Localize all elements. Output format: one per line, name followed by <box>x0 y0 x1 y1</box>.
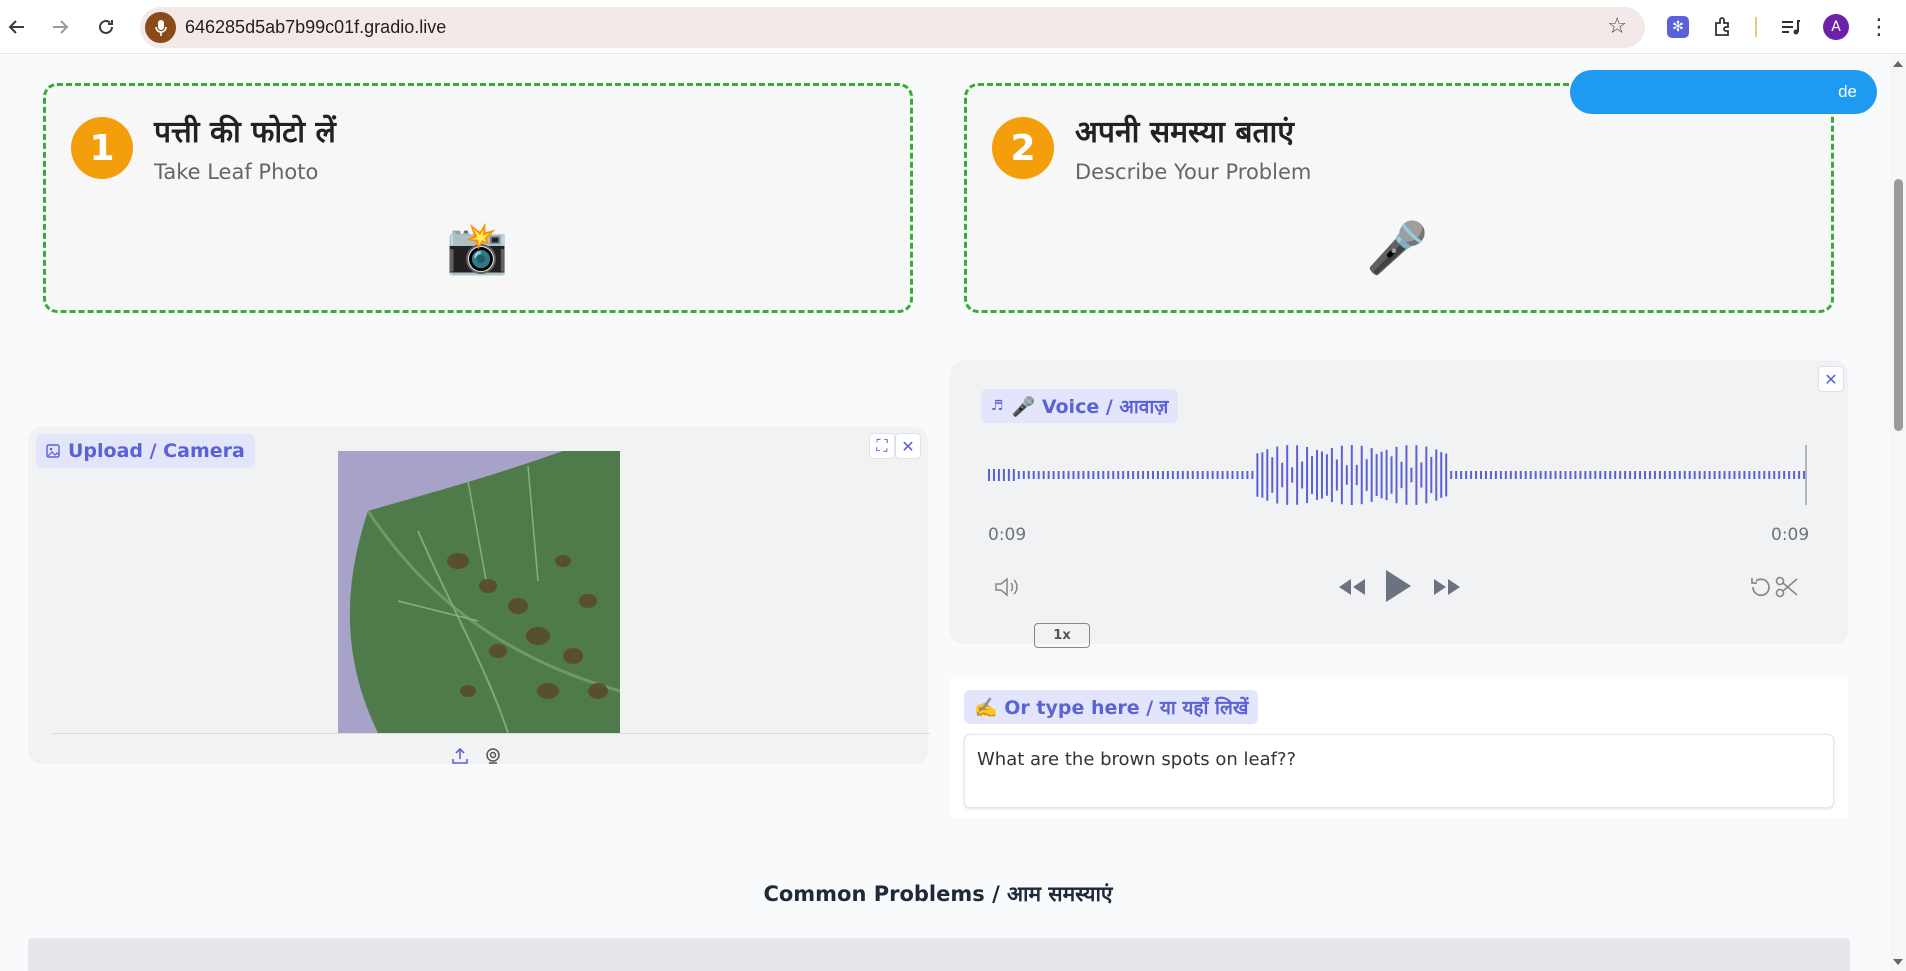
voice-label: ♬ 🎤 Voice / आवाज़ <box>981 389 1179 423</box>
scroll-up-arrow-icon[interactable] <box>1893 61 1903 67</box>
step-title-hindi: पत्ती की फोटो लें <box>154 115 336 150</box>
image-upload-label-text: Upload / Camera <box>68 440 245 462</box>
step-subtitle: Take Leaf Photo <box>154 160 319 184</box>
webcam-icon[interactable] <box>484 747 502 769</box>
puzzle-extensions-icon[interactable] <box>1710 14 1736 40</box>
voice-label-text: 🎤 Voice / आवाज़ <box>1011 396 1169 418</box>
url-text[interactable]: 646285d5ab7b99c01f.gradio.live <box>185 17 446 38</box>
page-scrollbar[interactable] <box>1890 55 1906 971</box>
back-arrow-icon[interactable] <box>1 11 33 43</box>
fullscreen-icon[interactable]: ⛶ <box>869 433 895 459</box>
camera-icon: 📸 <box>446 219 509 277</box>
rewind-icon[interactable] <box>1337 577 1367 601</box>
upload-icon[interactable] <box>451 747 469 770</box>
media-queue-icon[interactable] <box>1777 14 1803 40</box>
microphone-site-icon[interactable] <box>145 12 176 43</box>
browser-toolbar: 646285d5ab7b99c01f.gradio.live ☆ ✻ A ⋮ <box>0 0 1906 54</box>
floating-mode-button[interactable]: de <box>1570 70 1877 114</box>
image-icon <box>46 444 60 458</box>
text-input-panel: ✍️ Or type here / या यहाँ लिखें What are… <box>950 677 1848 818</box>
address-bar[interactable]: 646285d5ab7b99c01f.gradio.live ☆ <box>140 7 1645 48</box>
toolbar-divider <box>1755 17 1757 37</box>
scrollbar-thumb[interactable] <box>1894 179 1903 431</box>
step-number-badge: 2 <box>992 117 1054 179</box>
kebab-menu-icon[interactable]: ⋮ <box>1866 14 1892 40</box>
uploaded-leaf-image <box>338 451 620 733</box>
microphone-icon: 🎤 <box>1366 219 1429 277</box>
volume-icon[interactable] <box>994 576 1020 602</box>
gradio-page: 1 पत्ती की फोटो लें Take Leaf Photo 📸 2 … <box>0 55 1890 971</box>
profile-avatar[interactable]: A <box>1823 14 1849 40</box>
image-upload-label: Upload / Camera <box>36 434 255 468</box>
play-icon[interactable] <box>1383 568 1413 608</box>
music-note-icon: ♬ <box>991 398 1004 414</box>
forward-arrow-icon[interactable] <box>44 11 76 43</box>
common-problems-container <box>28 938 1850 971</box>
common-problems-title: Common Problems / आम समस्याएं <box>763 882 1113 906</box>
floating-button-label[interactable]: de <box>1838 82 1857 102</box>
reload-icon[interactable] <box>90 11 122 43</box>
current-time: 0:09 <box>988 525 1027 545</box>
close-icon[interactable]: ✕ <box>1818 366 1844 392</box>
image-panel-divider <box>52 733 930 734</box>
duration-time: 0:09 <box>1771 525 1810 545</box>
voice-audio-panel: ♬ 🎤 Voice / आवाज़ ✕ 0:09 0:09 1x <box>950 360 1848 648</box>
scroll-down-arrow-icon[interactable] <box>1893 959 1903 965</box>
problem-text-input[interactable]: What are the brown spots on leaf?? <box>964 734 1834 808</box>
step-subtitle: Describe Your Problem <box>1075 160 1312 184</box>
bookmark-star-icon[interactable]: ☆ <box>1607 14 1627 39</box>
close-icon[interactable]: ✕ <box>895 433 921 459</box>
trim-scissors-icon[interactable] <box>1775 576 1799 602</box>
step-number-badge: 1 <box>71 117 133 179</box>
fast-forward-icon[interactable] <box>1432 577 1462 601</box>
playback-speed-button[interactable]: 1x <box>1034 623 1090 648</box>
text-input-label: ✍️ Or type here / या यहाँ लिखें <box>964 690 1259 724</box>
image-upload-panel: Upload / Camera ⛶ ✕ <box>28 427 930 764</box>
step-card-take-photo: 1 पत्ती की फोटो लें Take Leaf Photo 📸 <box>43 83 913 313</box>
step-card-describe-problem: 2 अपनी समस्या बताएं Describe Your Proble… <box>964 83 1834 313</box>
audio-waveform[interactable] <box>988 442 1808 508</box>
step-title-hindi: अपनी समस्या बताएं <box>1075 115 1294 150</box>
undo-icon[interactable] <box>1748 576 1772 602</box>
extension-icon[interactable]: ✻ <box>1665 14 1691 40</box>
